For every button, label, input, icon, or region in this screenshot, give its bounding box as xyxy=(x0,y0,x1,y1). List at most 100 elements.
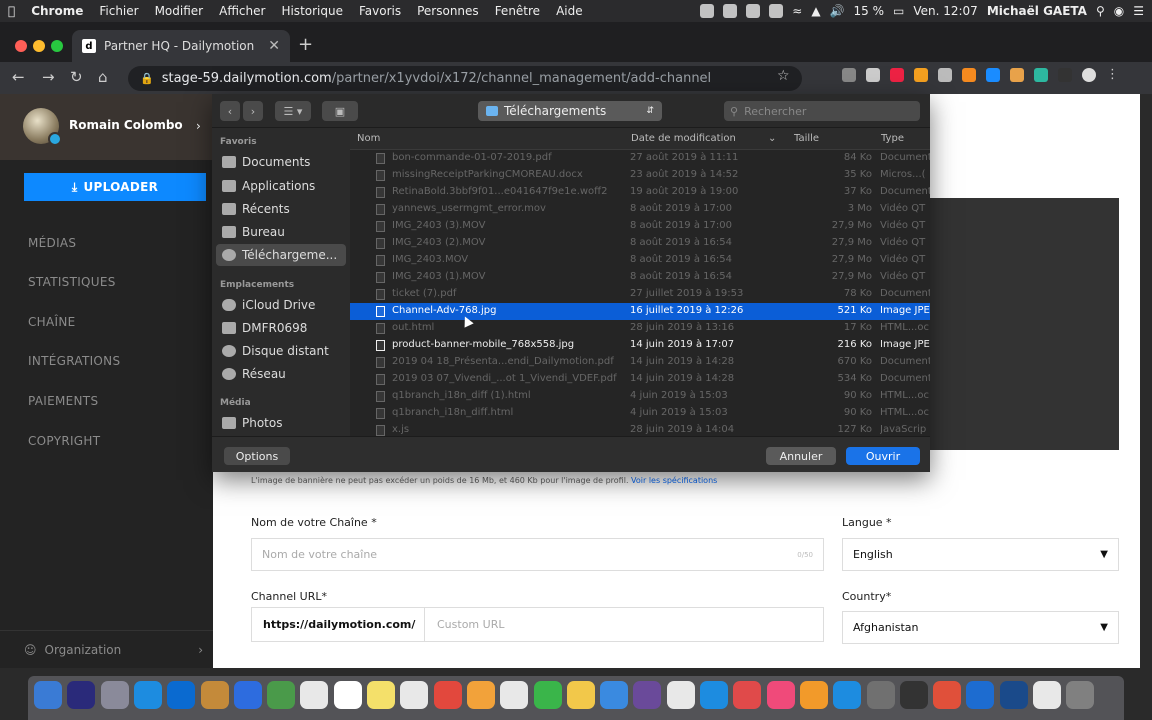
dialog-forward-icon[interactable]: › xyxy=(243,101,263,121)
sidebar-item-paiements[interactable]: PAIEMENTS xyxy=(28,394,98,408)
forward-icon[interactable]: → xyxy=(42,68,55,86)
dock-app-icon[interactable] xyxy=(67,681,96,709)
user-name[interactable]: Michaël GAETA xyxy=(987,4,1087,18)
dock-app-icon[interactable] xyxy=(367,681,395,709)
profile-name[interactable]: Romain Colombo xyxy=(69,118,183,132)
channel-name-input[interactable]: Nom de votre chaîne 0/50 xyxy=(251,538,824,571)
extension-icon[interactable] xyxy=(1058,68,1072,82)
battery-percent[interactable]: 15 % xyxy=(854,4,885,18)
minimize-window-button[interactable] xyxy=(33,40,45,52)
dock-app-icon[interactable] xyxy=(766,681,795,709)
dock-app-icon[interactable] xyxy=(100,681,129,709)
extension-icon[interactable] xyxy=(1010,68,1024,82)
dock-app-icon[interactable] xyxy=(533,681,562,709)
eject-icon[interactable]: ▲ xyxy=(811,4,820,18)
extension-icon[interactable] xyxy=(842,68,856,82)
battery-icon[interactable]: ▭ xyxy=(893,4,904,18)
extension-icon[interactable] xyxy=(914,68,928,82)
file-row[interactable]: RetinaBold.3bbf9f01...e041647f9e1e.woff2… xyxy=(350,184,930,201)
menu-historique[interactable]: Historique xyxy=(273,4,351,18)
file-row[interactable]: Channel-Adv-768.jpg 16 juillet 2019 à 12:… xyxy=(350,303,930,320)
chevron-right-icon[interactable]: › xyxy=(196,119,201,133)
browser-tab[interactable]: d Partner HQ - Dailymotion ✕ xyxy=(72,30,290,62)
sidebar-item-statistiques[interactable]: STATISTIQUES xyxy=(28,275,116,289)
dock-app-icon[interactable] xyxy=(700,681,728,709)
close-window-button[interactable] xyxy=(15,40,27,52)
country-select[interactable]: Afghanistan ▼ xyxy=(842,611,1119,644)
column-type[interactable]: Type xyxy=(881,133,904,144)
status-app-icon[interactable] xyxy=(700,4,715,18)
dock-app-icon[interactable] xyxy=(733,681,762,709)
reload-icon[interactable]: ↻ xyxy=(70,68,83,86)
organization-switcher[interactable]: ☺ Organization › xyxy=(0,630,213,668)
dock-app-icon[interactable] xyxy=(799,681,828,709)
sidebar-item-telechargements[interactable]: Téléchargeme... xyxy=(216,244,346,266)
channel-url-input[interactable]: Custom URL xyxy=(424,607,824,642)
dock-app-icon[interactable] xyxy=(466,681,495,709)
sidebar-item-integrations[interactable]: INTÉGRATIONS xyxy=(28,354,120,368)
dock-app-icon[interactable] xyxy=(34,681,62,709)
sidebar-item-network[interactable]: Réseau xyxy=(222,363,346,385)
file-row[interactable]: IMG_2403 (1).MOV 8 août 2019 à 16:54 27,9 … xyxy=(350,269,930,286)
app-menu[interactable]: Chrome xyxy=(23,4,91,18)
cancel-button[interactable]: Annuler xyxy=(766,447,836,465)
sidebar-item-copyright[interactable]: COPYRIGHT xyxy=(28,434,100,448)
sidebar-item-documents[interactable]: Documents xyxy=(222,151,346,173)
file-row[interactable]: IMG_2403 (3).MOV 8 août 2019 à 17:00 27,9 … xyxy=(350,218,930,235)
file-row[interactable]: 2019 04 18_Présenta...endi_Dailymotion.p… xyxy=(350,354,930,371)
dock-app-icon[interactable] xyxy=(233,681,262,709)
location-select[interactable]: Téléchargements ⇵ xyxy=(478,101,662,121)
menu-fenetre[interactable]: Fenêtre xyxy=(487,4,548,18)
extension-icon[interactable] xyxy=(890,68,904,82)
siri-icon[interactable]: ◉ xyxy=(1114,4,1124,18)
file-row[interactable]: IMG_2403.MOV 8 août 2019 à 16:54 27,9 Mo Vi… xyxy=(350,252,930,269)
dock-app-icon[interactable] xyxy=(566,681,595,709)
file-row[interactable]: yannews_usermgmt_error.mov 8 août 2019 à … xyxy=(350,201,930,218)
dock-app-icon[interactable] xyxy=(866,681,895,709)
menu-modifier[interactable]: Modifier xyxy=(147,4,212,18)
extension-icon[interactable] xyxy=(1034,68,1048,82)
extension-icon[interactable] xyxy=(938,68,952,82)
file-row[interactable]: x.js 28 juin 2019 à 14:04 127 Ko JavaScrip xyxy=(350,422,930,436)
dock-app-icon[interactable] xyxy=(1033,681,1061,709)
upload-button[interactable]: ⤓ UPLOADER xyxy=(24,173,206,201)
dock-app-icon[interactable] xyxy=(666,681,695,709)
dock-app-icon[interactable] xyxy=(500,681,529,709)
specifications-link[interactable]: Voir les spécifications xyxy=(631,476,717,485)
file-row[interactable]: ticket (7).pdf 27 juillet 2019 à 19:53 78 … xyxy=(350,286,930,303)
file-row[interactable]: q1branch_i18n_diff (1).html 4 juin 2019 à… xyxy=(350,388,930,405)
dock-app-icon[interactable] xyxy=(133,681,162,709)
time-machine-icon[interactable] xyxy=(769,4,784,18)
menu-favoris[interactable]: Favoris xyxy=(351,4,409,18)
sidebar-item-applications[interactable]: Applications xyxy=(222,175,346,197)
back-icon[interactable]: ← xyxy=(12,68,25,86)
dock-app-icon[interactable] xyxy=(633,681,662,709)
dock-app-icon[interactable] xyxy=(433,681,462,709)
dialog-back-icon[interactable]: ‹ xyxy=(220,101,240,121)
group-folder-icon[interactable]: ▣ xyxy=(322,101,358,121)
cloud-icon[interactable] xyxy=(723,4,738,18)
volume-icon[interactable]: 🔊 xyxy=(830,4,845,18)
view-mode-icon[interactable]: ☰ ▾ xyxy=(275,101,311,121)
sidebar-item-bureau[interactable]: Bureau xyxy=(222,221,346,243)
menu-aide[interactable]: Aide xyxy=(548,4,591,18)
extension-icon[interactable] xyxy=(962,68,976,82)
sidebar-item-medias[interactable]: MÉDIAS xyxy=(28,236,76,250)
file-row[interactable]: bon-commande-01-07-2019.pdf 27 août 2019 … xyxy=(350,150,930,167)
dock-app-icon[interactable] xyxy=(833,681,862,709)
zoom-window-button[interactable] xyxy=(51,40,63,52)
file-row[interactable]: q1branch_i18n_diff.html 4 juin 2019 à 15:… xyxy=(350,405,930,422)
banner-upload-area[interactable] xyxy=(920,198,1119,450)
dock-app-icon[interactable] xyxy=(167,681,196,709)
tool-icon[interactable] xyxy=(746,4,761,18)
sidebar-item-computer[interactable]: DMFR0698 xyxy=(222,317,346,339)
menu-afficher[interactable]: Afficher xyxy=(211,4,273,18)
menu-fichier[interactable]: Fichier xyxy=(91,4,146,18)
menu-kebab-icon[interactable]: ⋮ xyxy=(1106,68,1120,82)
options-button[interactable]: Options xyxy=(224,447,290,465)
new-tab-icon[interactable]: + xyxy=(298,34,313,55)
file-row[interactable]: missingReceiptParkingCMOREAU.docx 23 août… xyxy=(350,167,930,184)
language-select[interactable]: English ▼ xyxy=(842,538,1119,571)
file-row[interactable]: out.html 28 juin 2019 à 13:16 17 Ko HTML...… xyxy=(350,320,930,337)
clock[interactable]: Ven. 12:07 xyxy=(913,4,977,18)
